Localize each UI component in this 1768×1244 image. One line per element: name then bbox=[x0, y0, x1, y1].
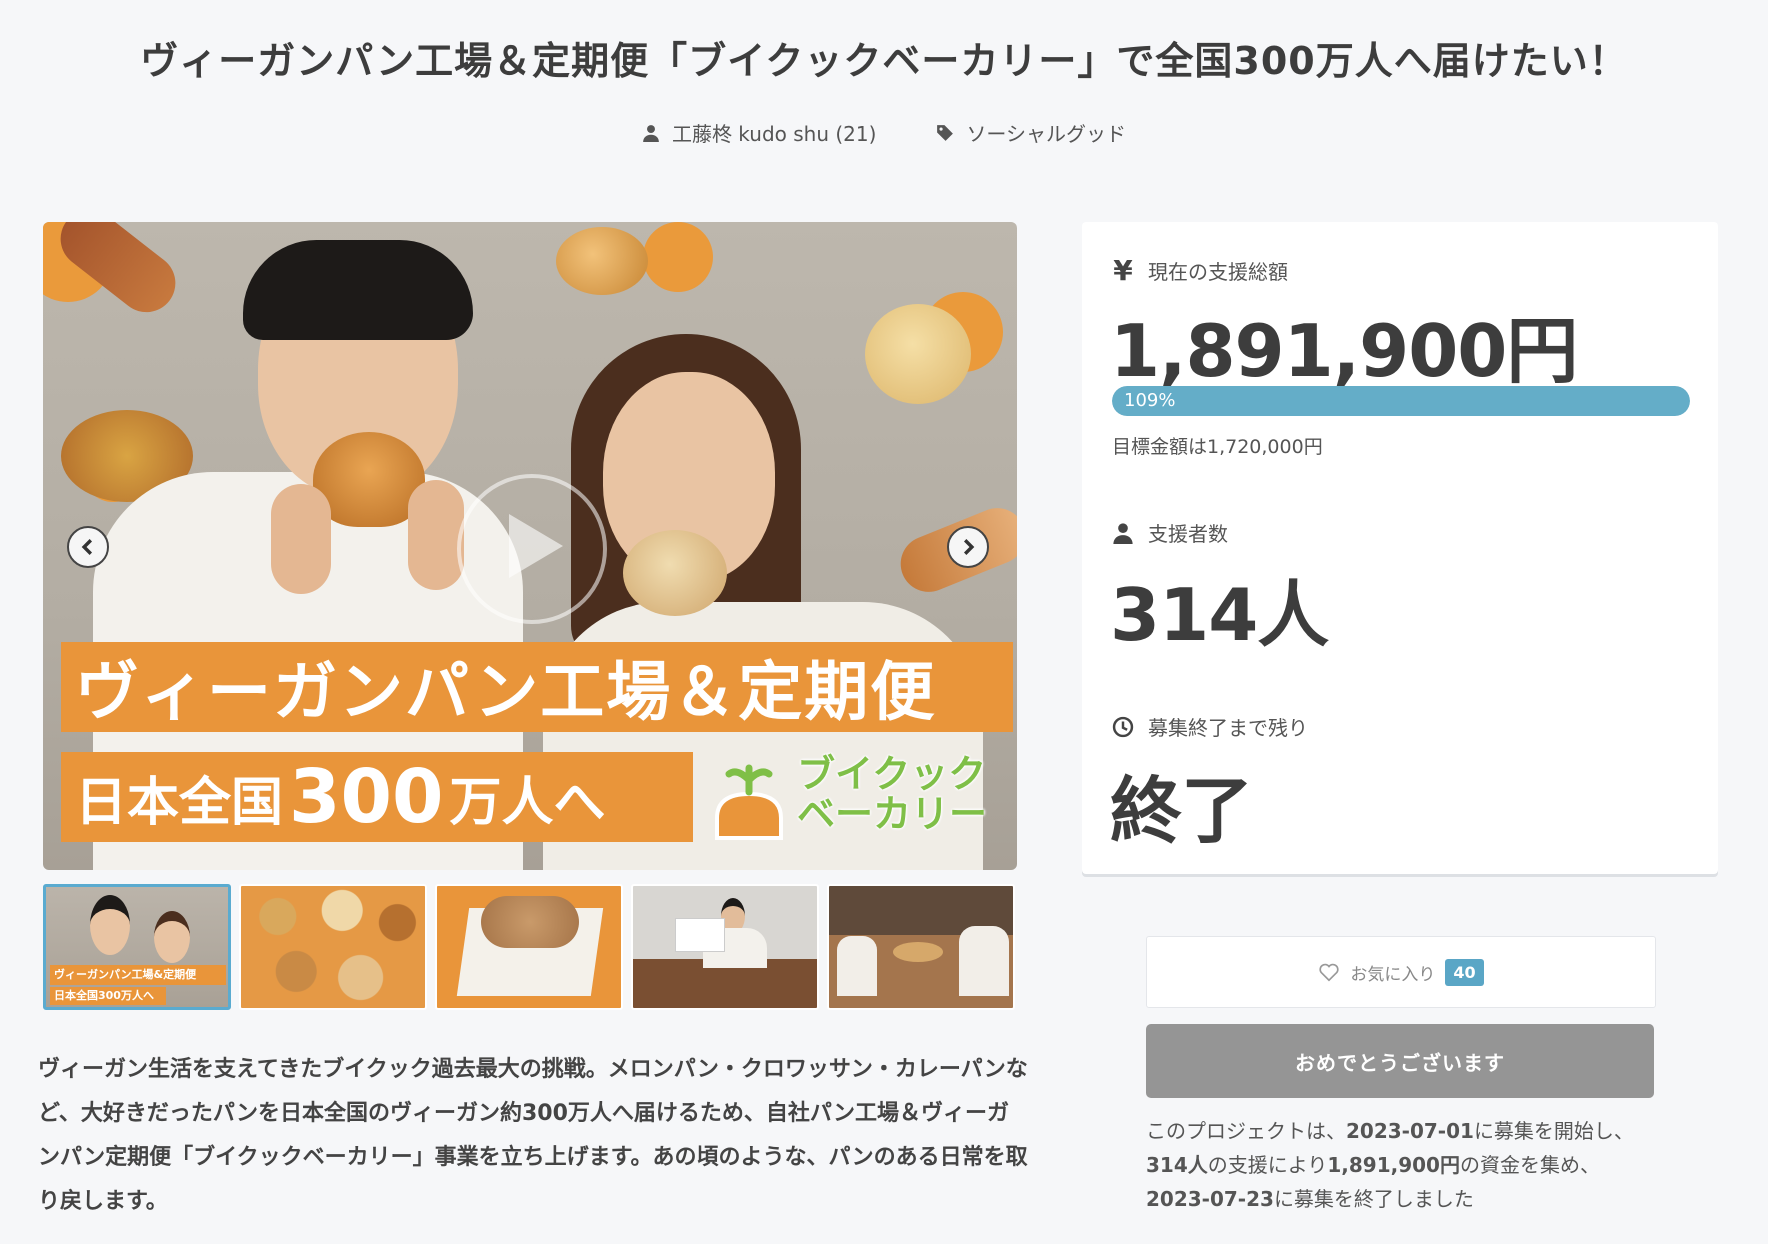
progress-label: 109% bbox=[1124, 390, 1176, 411]
favorite-button[interactable]: お気に入り 40 bbox=[1146, 936, 1656, 1008]
bread-image bbox=[865, 304, 971, 404]
favorite-label: お気に入り bbox=[1350, 964, 1436, 985]
total-label-row: ¥ 現在の支援総額 bbox=[1113, 254, 1288, 287]
remaining-time: 終了 bbox=[1110, 769, 1253, 853]
backers-label-row: 支援者数 bbox=[1112, 518, 1228, 547]
user-icon bbox=[643, 124, 659, 142]
thumbnail-5[interactable] bbox=[827, 884, 1015, 1010]
chevron-left-icon bbox=[81, 539, 93, 555]
author-name: 工藤柊 kudo shu (21) bbox=[671, 122, 877, 146]
bread-image bbox=[556, 227, 648, 295]
vcook-bakery-logo: ブイクック ベーカリー bbox=[709, 752, 999, 850]
user-icon bbox=[1113, 522, 1133, 544]
bakery-logo-icon bbox=[715, 764, 783, 840]
thumbnail-4[interactable] bbox=[631, 884, 819, 1010]
hero-banner-line2: 日本全国 300 万人へ bbox=[61, 752, 693, 842]
heart-icon bbox=[1319, 963, 1339, 982]
remaining-label-row: 募集終了まで残り bbox=[1112, 712, 1308, 741]
hero-banner-line1: ヴィーガンパン工場＆定期便 bbox=[61, 642, 1013, 732]
author-link[interactable]: 工藤柊 kudo shu (21) bbox=[642, 118, 876, 147]
progress-bar: 109% bbox=[1112, 386, 1690, 416]
page-title: ヴィーガンパン工場＆定期便「ブイクックベーカリー」で全国300万人へ届けたい！ bbox=[140, 39, 1628, 83]
goal-amount: 目標金額は1,720,000円 bbox=[1112, 436, 1323, 458]
next-slide-button[interactable] bbox=[947, 526, 989, 568]
tag-icon bbox=[937, 124, 954, 141]
thumbnail-2[interactable] bbox=[239, 884, 427, 1010]
stats-card: ¥ 現在の支援総額 1,891,900円 109% 目標金額は1,720,000… bbox=[1082, 222, 1718, 874]
category-link[interactable]: ソーシャルグッド bbox=[936, 118, 1126, 147]
congrats-button[interactable]: おめでとうございます bbox=[1146, 1024, 1654, 1098]
thumbnail-3[interactable] bbox=[435, 884, 623, 1010]
progress-fill bbox=[1112, 386, 1690, 416]
yen-icon: ¥ bbox=[1113, 254, 1133, 287]
chevron-right-icon bbox=[963, 539, 975, 555]
total-amount: 1,891,900円 bbox=[1110, 309, 1578, 393]
project-meta: 工藤柊 kudo shu (21) ソーシャルグッド bbox=[0, 118, 1768, 147]
thumbnail-strip: ヴィーガンパン工場&定期便 日本全国300万人へ bbox=[43, 884, 1017, 1010]
play-icon bbox=[509, 514, 563, 578]
melonpan-image bbox=[623, 530, 727, 616]
favorite-count-badge: 40 bbox=[1445, 958, 1484, 986]
category-name: ソーシャルグッド bbox=[966, 122, 1127, 146]
project-summary: このプロジェクトは、2023-07-01に募集を開始し、314人の支援により1,… bbox=[1146, 1119, 1634, 1211]
main-video[interactable]: ヴィーガンパン工場＆定期便 日本全国 300 万人へ ブイクック ベーカリー bbox=[43, 222, 1017, 870]
project-description: ヴィーガン生活を支えてきたブイクック過去最大の挑戦。メロンパン・クロワッサン・カ… bbox=[38, 1057, 1028, 1214]
backers-count: 314人 bbox=[1110, 573, 1329, 657]
thumbnail-1[interactable]: ヴィーガンパン工場&定期便 日本全国300万人へ bbox=[43, 884, 231, 1010]
prev-slide-button[interactable] bbox=[67, 526, 109, 568]
clock-icon bbox=[1112, 716, 1134, 737]
